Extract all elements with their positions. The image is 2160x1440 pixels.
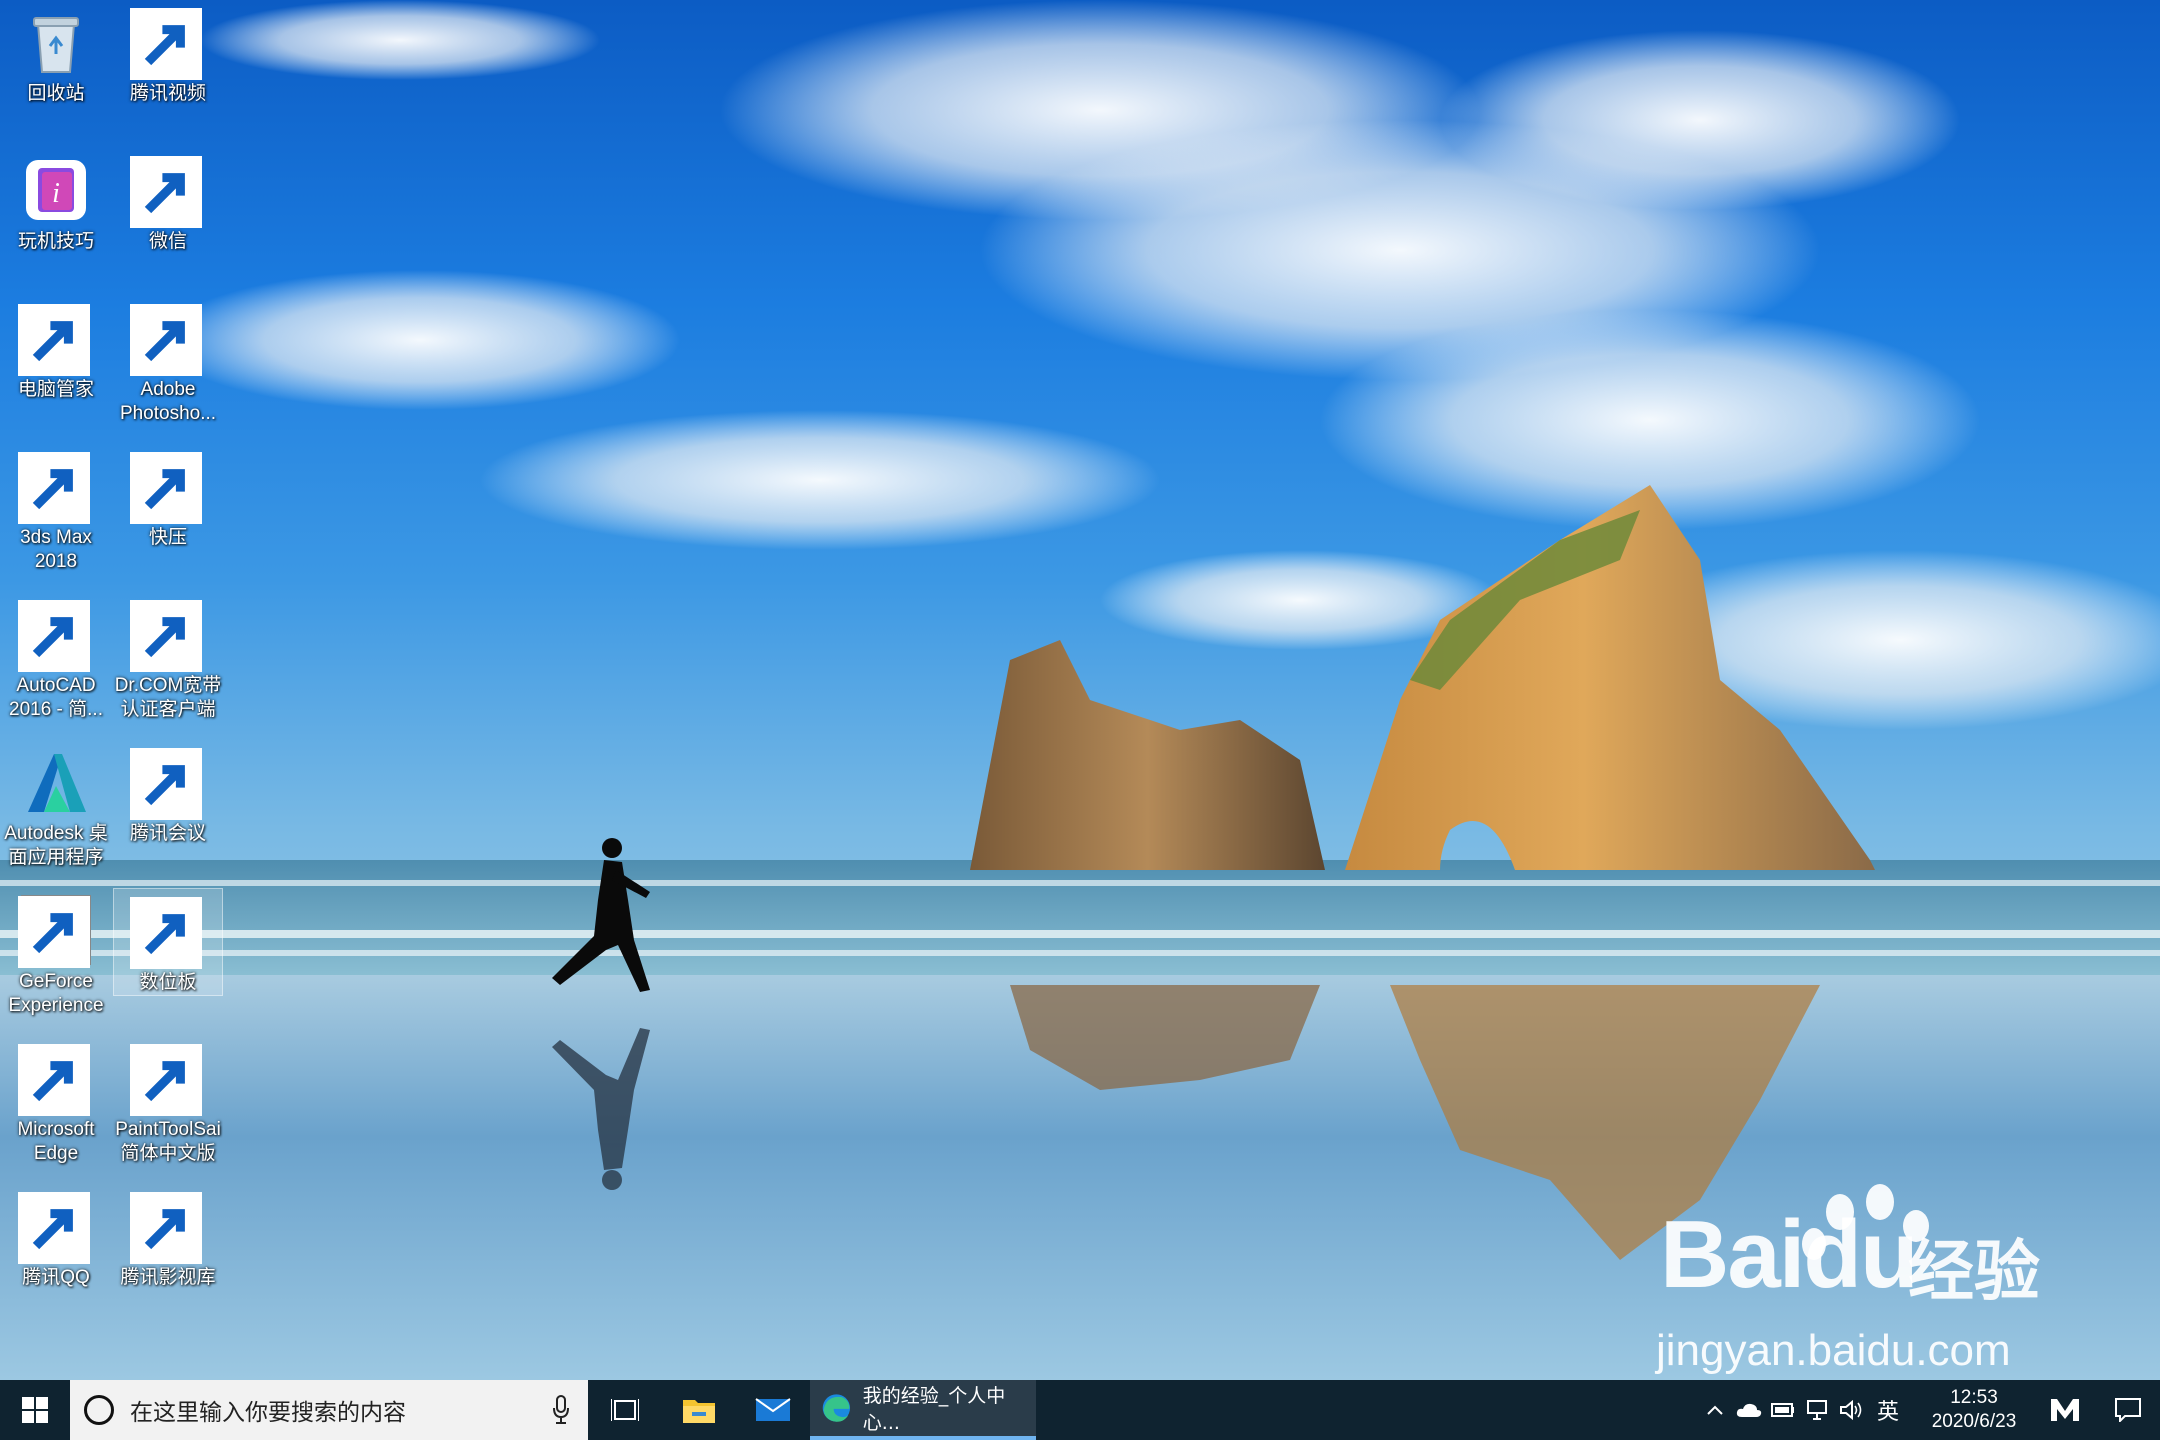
desktop-icon-geforce[interactable]: GeForce Experience <box>1 888 111 1028</box>
file-explorer-icon <box>683 1400 715 1423</box>
watermark-url: jingyan.baidu.com <box>1656 1326 2011 1375</box>
desktop-icon-autocad[interactable]: AutoCAD 2016 - 简... <box>1 592 111 732</box>
desktop-icon-label: 腾讯会议 <box>129 823 206 844</box>
desktop-icon-tencent-video[interactable]: 腾讯视频 <box>113 0 223 140</box>
desktop-icon-label: Microsoft Edge <box>17 1119 95 1164</box>
desktop-icon-tablet[interactable]: 数位板 <box>113 888 223 996</box>
pc-manager-icon <box>18 302 92 376</box>
clock-date: 2020/6/23 <box>1931 1411 2017 1432</box>
baidu-jingyan-watermark: Baidu 经验 jingyan.baidu.com <box>1640 1184 2060 1390</box>
tablet-icon <box>130 895 204 969</box>
wallpaper-scene <box>0 0 2160 1380</box>
geforce-icon <box>18 894 92 968</box>
taskbar-search-box[interactable]: 在这里输入你要搜索的内容 <box>70 1380 588 1440</box>
desktop-icon-kuaiya[interactable]: 快压 <box>113 444 223 584</box>
taskbar-edge-window[interactable]: 我的经验_个人中心... <box>810 1380 1036 1440</box>
desktop-icon-painttoolsai[interactable]: PaintToolSai 简体中文版 <box>113 1036 223 1176</box>
windows-logo-icon <box>22 1397 48 1423</box>
desktop-icon-edge[interactable]: Microsoft Edge <box>1 1036 111 1176</box>
recycle-bin-icon <box>20 6 92 78</box>
onedrive-button[interactable] <box>1732 1380 1766 1440</box>
show-hidden-icons-button[interactable] <box>1698 1380 1732 1440</box>
svg-text:i: i <box>52 178 60 209</box>
desktop-icon-label: Autodesk 桌 面应用程序 <box>4 823 108 868</box>
watermark-brand: Baidu <box>1660 1201 1919 1308</box>
desktop-icon-label: Adobe Photosho... <box>119 379 217 424</box>
network-icon <box>1807 1400 1827 1420</box>
drcom-icon <box>130 598 204 672</box>
desktop-icon-3dsmax[interactable]: 3MAX 3ds Max 2018 <box>1 444 111 584</box>
desktop-icon-label: 腾讯影视库 <box>120 1267 216 1288</box>
desktop-icon-tips[interactable]: i 玩机技巧 <box>1 148 111 288</box>
desktop-wallpaper <box>0 0 2160 1380</box>
cortana-icon <box>84 1395 114 1425</box>
network-button[interactable] <box>1800 1380 1834 1440</box>
task-view-button[interactable] <box>588 1380 662 1440</box>
desktop-icon-label: PaintToolSai 简体中文版 <box>115 1119 221 1164</box>
desktop-icon-label: 腾讯QQ <box>22 1267 90 1288</box>
action-center-button[interactable] <box>2096 1380 2160 1440</box>
desktop-icon-label: Dr.COM宽带 认证客户端 <box>114 675 222 720</box>
desktop-icon-recycle-bin[interactable]: 回收站 <box>1 0 111 140</box>
desktop-icon-wechat[interactable]: 微信 <box>113 148 223 288</box>
3dsmax-icon: 3MAX <box>18 450 92 524</box>
input-method-indicator[interactable]: 英 <box>1868 1394 1908 1426</box>
desktop-icon-label: GeForce Experience <box>8 971 104 1016</box>
kuaiya-icon <box>130 450 204 524</box>
desktop-icon-label: 腾讯视频 <box>129 83 206 104</box>
desktop-icon-label: AutoCAD 2016 - 简... <box>9 675 103 720</box>
tray-pc-manager-button[interactable] <box>2034 1380 2096 1440</box>
watermark-cn: 经验 <box>1908 1233 2040 1310</box>
taskbar: 在这里输入你要搜索的内容 我的经验_个人中心... 英 12:53 2020/6… <box>0 1380 2160 1440</box>
desktop-icon-label: 快压 <box>148 527 187 548</box>
clock-time: 12:53 <box>1950 1387 1998 1408</box>
system-tray: 英 12:53 2020/6/23 <box>1698 1380 2160 1440</box>
desktop-icon-label: 电脑管家 <box>17 379 94 400</box>
taskbar-file-explorer[interactable] <box>662 1380 736 1440</box>
autodesk-icon <box>20 746 92 818</box>
desktop-icon-tencent-meeting[interactable]: 腾讯会议 <box>113 740 223 880</box>
pc-manager-icon <box>2051 1399 2079 1421</box>
tips-icon: i <box>20 154 92 226</box>
mail-icon <box>755 1398 791 1421</box>
microphone-icon[interactable] <box>552 1395 570 1425</box>
autocad-icon <box>18 598 92 672</box>
desktop-icon-qq[interactable]: 腾讯QQ <box>1 1184 111 1324</box>
desktop-icon-label: 微信 <box>148 231 187 252</box>
battery-icon <box>1771 1403 1794 1417</box>
notification-icon <box>2115 1398 2141 1422</box>
edge-window-title: 我的经验_个人中心... <box>862 1385 1006 1434</box>
desktop-icon-photoshop[interactable]: Ps Adobe Photosho... <box>113 296 223 436</box>
chevron-up-icon <box>1707 1405 1723 1415</box>
desktop-icon-label: 回收站 <box>27 83 85 104</box>
tencent-meeting-icon <box>130 746 204 820</box>
start-button[interactable] <box>0 1380 70 1440</box>
battery-button[interactable] <box>1766 1380 1800 1440</box>
desktop-icon-drcom[interactable]: Dr.COM宽带 认证客户端 <box>113 592 223 732</box>
taskbar-clock[interactable]: 12:53 2020/6/23 <box>1914 1386 2034 1434</box>
tencent-video-library-icon <box>130 1190 204 1264</box>
speaker-icon <box>1840 1400 1862 1420</box>
desktop-icon-label: 数位板 <box>139 972 197 993</box>
desktop-icon-tencent-video-library[interactable]: 腾讯影视库 <box>113 1184 223 1324</box>
desktop-icon-autodesk[interactable]: Autodesk 桌 面应用程序 <box>1 740 111 880</box>
taskbar-mail[interactable] <box>736 1380 810 1440</box>
desktop-icon-pc-manager[interactable]: 电脑管家 <box>1 296 111 436</box>
cloud-icon <box>1736 1403 1762 1417</box>
edge-icon <box>18 1042 92 1116</box>
edge-icon <box>822 1394 851 1422</box>
task-view-icon <box>611 1399 639 1421</box>
qq-icon <box>18 1190 92 1264</box>
tencent-video-icon <box>130 6 204 80</box>
desktop-icon-label: 3ds Max 2018 <box>20 527 92 572</box>
painttoolsai-icon <box>130 1042 204 1116</box>
volume-button[interactable] <box>1834 1380 1868 1440</box>
desktop-icon-label: 玩机技巧 <box>17 231 94 252</box>
wechat-icon <box>130 154 204 228</box>
photoshop-icon: Ps <box>130 302 204 376</box>
search-placeholder: 在这里输入你要搜索的内容 <box>130 1400 406 1426</box>
